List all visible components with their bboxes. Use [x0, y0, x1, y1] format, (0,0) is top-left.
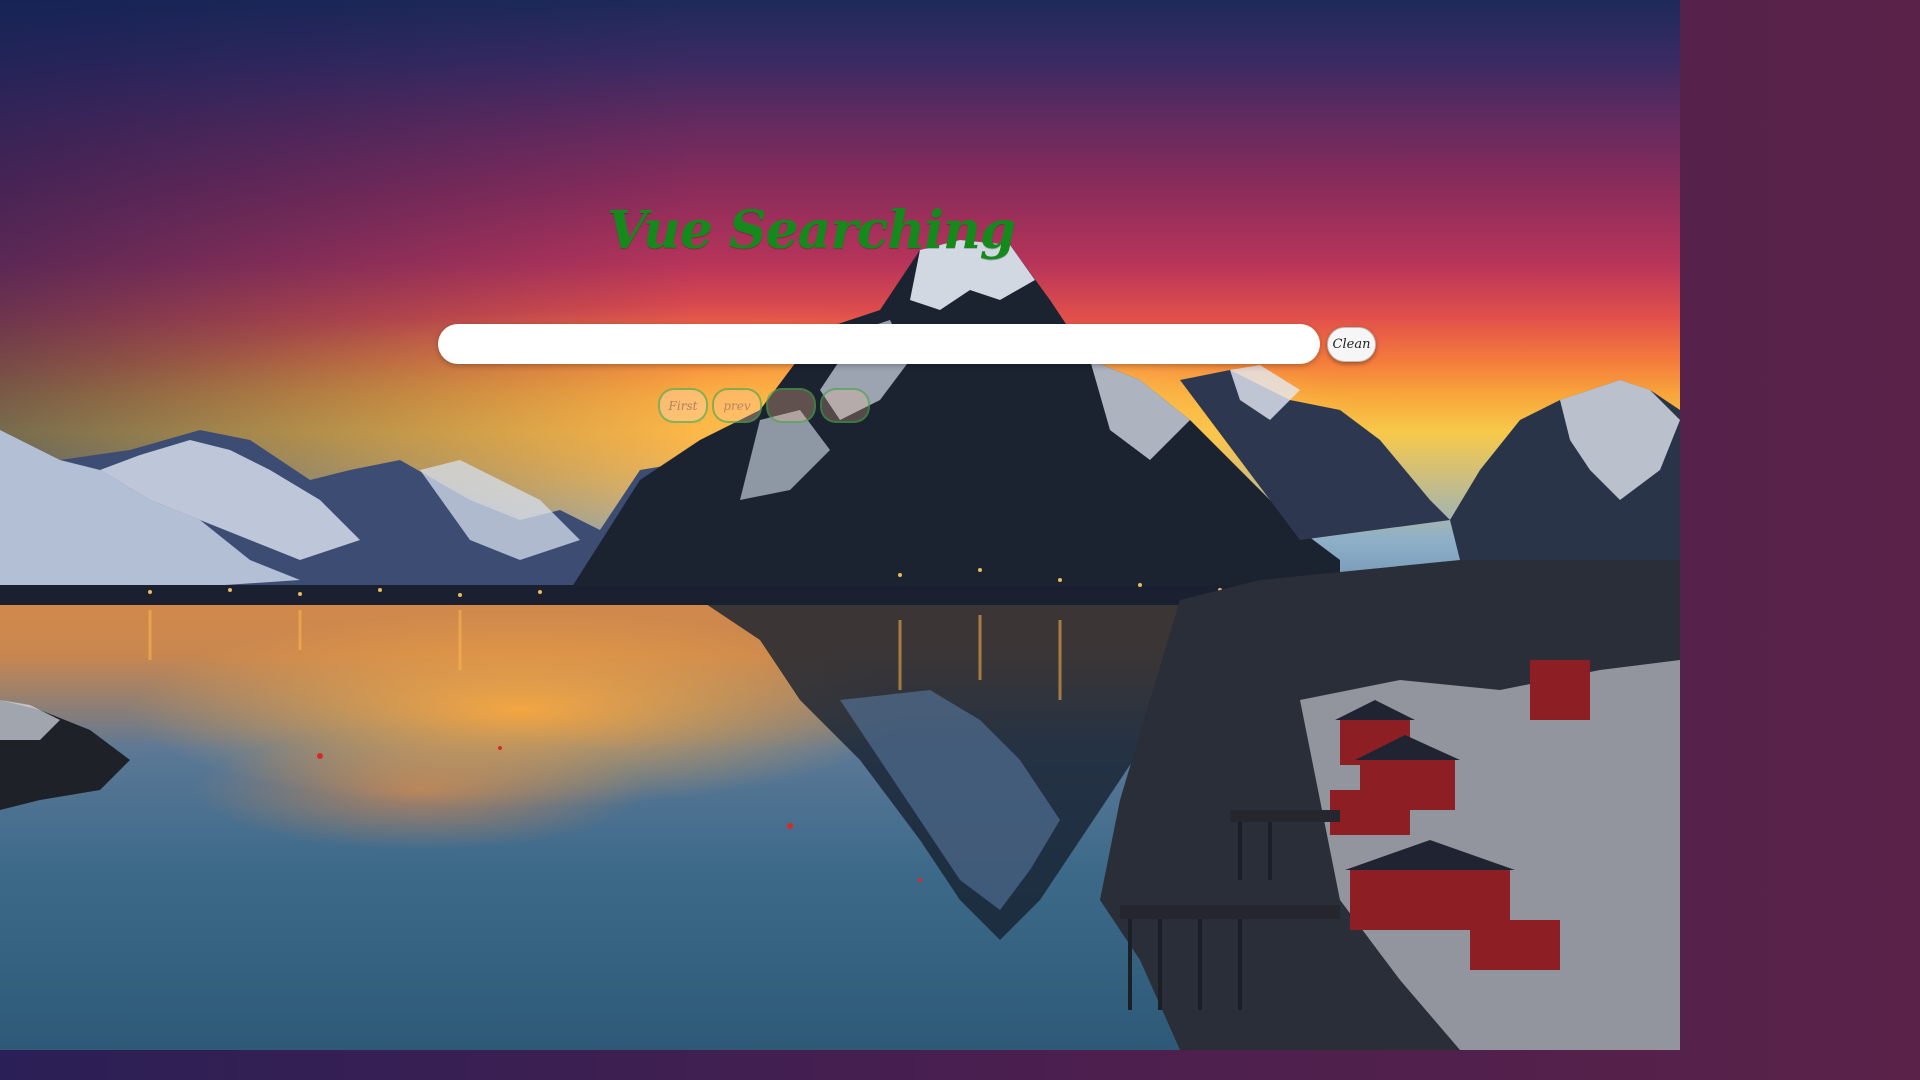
pagination-first-button[interactable]: First [658, 388, 708, 423]
pagination: First prev [658, 388, 870, 424]
page-title: Vue Searching [607, 200, 1016, 261]
clean-button[interactable]: Clean [1327, 327, 1376, 362]
app-container: Vue Searching Clean First prev [0, 0, 1920, 1080]
pagination-last-button[interactable] [820, 388, 870, 423]
pagination-next-button[interactable] [766, 388, 816, 423]
pagination-prev-button[interactable]: prev [712, 388, 762, 423]
search-input[interactable] [438, 324, 1320, 364]
